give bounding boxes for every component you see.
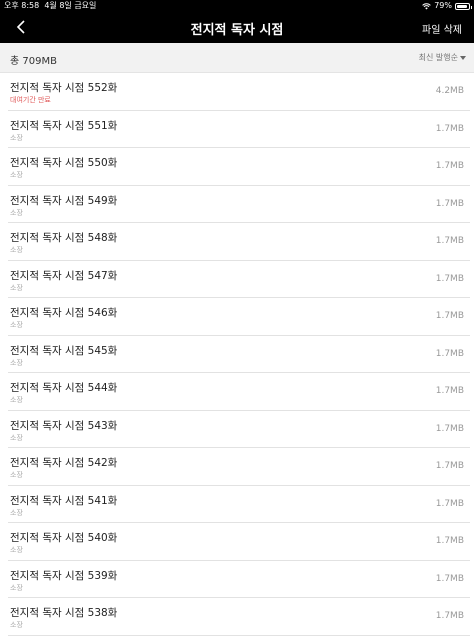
status-time: 오후 8:58 bbox=[4, 1, 40, 10]
battery-percent: 79% bbox=[434, 1, 452, 10]
episode-status: 대여기간 만료 bbox=[10, 96, 51, 104]
episode-title: 전지적 독자 시점 544화 bbox=[10, 382, 118, 394]
file-size: 1.7MB bbox=[435, 348, 464, 359]
list-item[interactable]: 전지적 독자 시점 550화소장 1.7MB bbox=[8, 148, 470, 186]
episode-status: 소장 bbox=[10, 583, 23, 592]
episode-title: 전지적 독자 시점 550화 bbox=[10, 157, 118, 169]
list-item[interactable]: 전지적 독자 시점 544화소장 1.7MB bbox=[8, 373, 470, 411]
list-item[interactable]: 전지적 독자 시점 547화 소장 1.7MB bbox=[8, 261, 470, 298]
caret-down-icon bbox=[460, 55, 466, 60]
summary-bar: 총 709MB 최신 발행순 bbox=[0, 43, 474, 73]
episode-status: 소장 bbox=[10, 283, 23, 292]
file-size: 1.7MB bbox=[435, 161, 464, 171]
file-size: 1.7MB bbox=[435, 273, 464, 284]
list-item[interactable]: 전지적 독자 시점 548화소장 1.7MB bbox=[8, 223, 470, 261]
top-bar: 오후 8:58 4월 8일 금요일 79% 전지적 독자 시점 파일 삭제 bbox=[0, 0, 474, 43]
episode-title: 전지적 독자 시점 552화 bbox=[10, 82, 118, 94]
list-item[interactable]: 전지적 독자 시점 546화소장 1.7MB bbox=[8, 298, 470, 336]
episode-title: 전지적 독자 시점 549화 bbox=[10, 194, 118, 207]
battery-icon bbox=[455, 2, 472, 10]
episode-status: 소장 bbox=[10, 396, 23, 404]
episode-status: 소장 bbox=[10, 208, 23, 217]
status-time-date: 오후 8:58 4월 8일 금요일 bbox=[4, 0, 96, 12]
status-date: 4월 8일 금요일 bbox=[44, 1, 97, 10]
file-size: 1.7MB bbox=[435, 123, 464, 134]
file-size: 1.7MB bbox=[435, 461, 464, 471]
list-item[interactable]: 전지적 독자 시점 541화 소장 1.7MB bbox=[8, 486, 470, 523]
file-size: 1.7MB bbox=[435, 536, 464, 546]
list-item[interactable]: 전지적 독자 시점 545화 소장 1.7MB bbox=[8, 336, 470, 373]
episode-title: 전지적 독자 시점 547화 bbox=[10, 269, 118, 282]
status-right: 79% bbox=[422, 0, 472, 12]
total-size: 총 709MB bbox=[10, 56, 57, 67]
episode-status: 소장 bbox=[10, 358, 23, 367]
episode-title: 전지적 독자 시점 542화 bbox=[10, 457, 118, 469]
list-item[interactable]: 전지적 독자 시점 543화 소장 1.7MB bbox=[8, 411, 470, 448]
episode-title: 전지적 독자 시점 546화 bbox=[10, 307, 118, 319]
list-item[interactable]: 전지적 독자 시점 539화 소장 1.7MB bbox=[8, 561, 470, 598]
file-size: 4.2MB bbox=[435, 86, 464, 96]
episode-title: 전지적 독자 시점 539화 bbox=[10, 569, 118, 582]
list-item[interactable]: 전지적 독자 시점 549화 소장 1.7MB bbox=[8, 186, 470, 223]
episode-list: 전지적 독자 시점 552화대여기간 만료 4.2MB 전지적 독자 시점 551화… bbox=[0, 73, 474, 636]
file-size: 1.7MB bbox=[435, 611, 464, 621]
episode-status: 소장 bbox=[10, 471, 23, 479]
list-item[interactable]: 전지적 독자 시점 538화소장 1.7MB bbox=[8, 598, 470, 636]
episode-status: 소장 bbox=[10, 246, 23, 254]
episode-status: 소장 bbox=[10, 433, 23, 442]
episode-title: 전지적 독자 시점 548화 bbox=[10, 232, 118, 244]
sort-dropdown[interactable]: 최신 발행순 bbox=[419, 52, 466, 63]
delete-files-button[interactable]: 파일 삭제 bbox=[422, 21, 462, 36]
episode-status: 소장 bbox=[10, 508, 23, 517]
episode-status: 소장 bbox=[10, 171, 23, 179]
page-title: 전지적 독자 시점 bbox=[190, 23, 284, 38]
list-item[interactable]: 전지적 독자 시점 540화소장 1.7MB bbox=[8, 523, 470, 561]
episode-title: 전지적 독자 시점 538화 bbox=[10, 607, 118, 619]
sort-label: 최신 발행순 bbox=[418, 53, 458, 62]
battery-fill bbox=[457, 4, 468, 8]
episode-status: 소장 bbox=[10, 321, 23, 329]
status-bar: 오후 8:58 4월 8일 금요일 79% bbox=[0, 0, 474, 12]
file-size: 1.7MB bbox=[435, 573, 464, 584]
nav-bar: 전지적 독자 시점 파일 삭제 bbox=[0, 12, 474, 43]
episode-status: 소장 bbox=[10, 546, 23, 554]
file-size: 1.7MB bbox=[435, 386, 464, 396]
file-size: 1.7MB bbox=[435, 236, 464, 246]
episode-status: 소장 bbox=[10, 621, 23, 629]
file-size: 1.7MB bbox=[435, 423, 464, 434]
wifi-icon bbox=[422, 2, 431, 9]
episode-title: 전지적 독자 시점 541화 bbox=[10, 494, 118, 507]
file-size: 1.7MB bbox=[435, 498, 464, 509]
episode-title: 전지적 독자 시점 540화 bbox=[10, 532, 118, 544]
list-item[interactable]: 전지적 독자 시점 542화소장 1.7MB bbox=[8, 448, 470, 486]
episode-title: 전지적 독자 시점 551화 bbox=[10, 119, 118, 132]
episode-title: 전지적 독자 시점 543화 bbox=[10, 419, 118, 432]
episode-status: 소장 bbox=[10, 133, 23, 142]
list-item[interactable]: 전지적 독자 시점 551화 소장 1.7MB bbox=[8, 111, 470, 148]
list-item[interactable]: 전지적 독자 시점 552화대여기간 만료 4.2MB bbox=[8, 73, 470, 111]
episode-title: 전지적 독자 시점 545화 bbox=[10, 344, 118, 357]
file-size: 1.7MB bbox=[435, 311, 464, 321]
file-size: 1.7MB bbox=[435, 198, 464, 209]
